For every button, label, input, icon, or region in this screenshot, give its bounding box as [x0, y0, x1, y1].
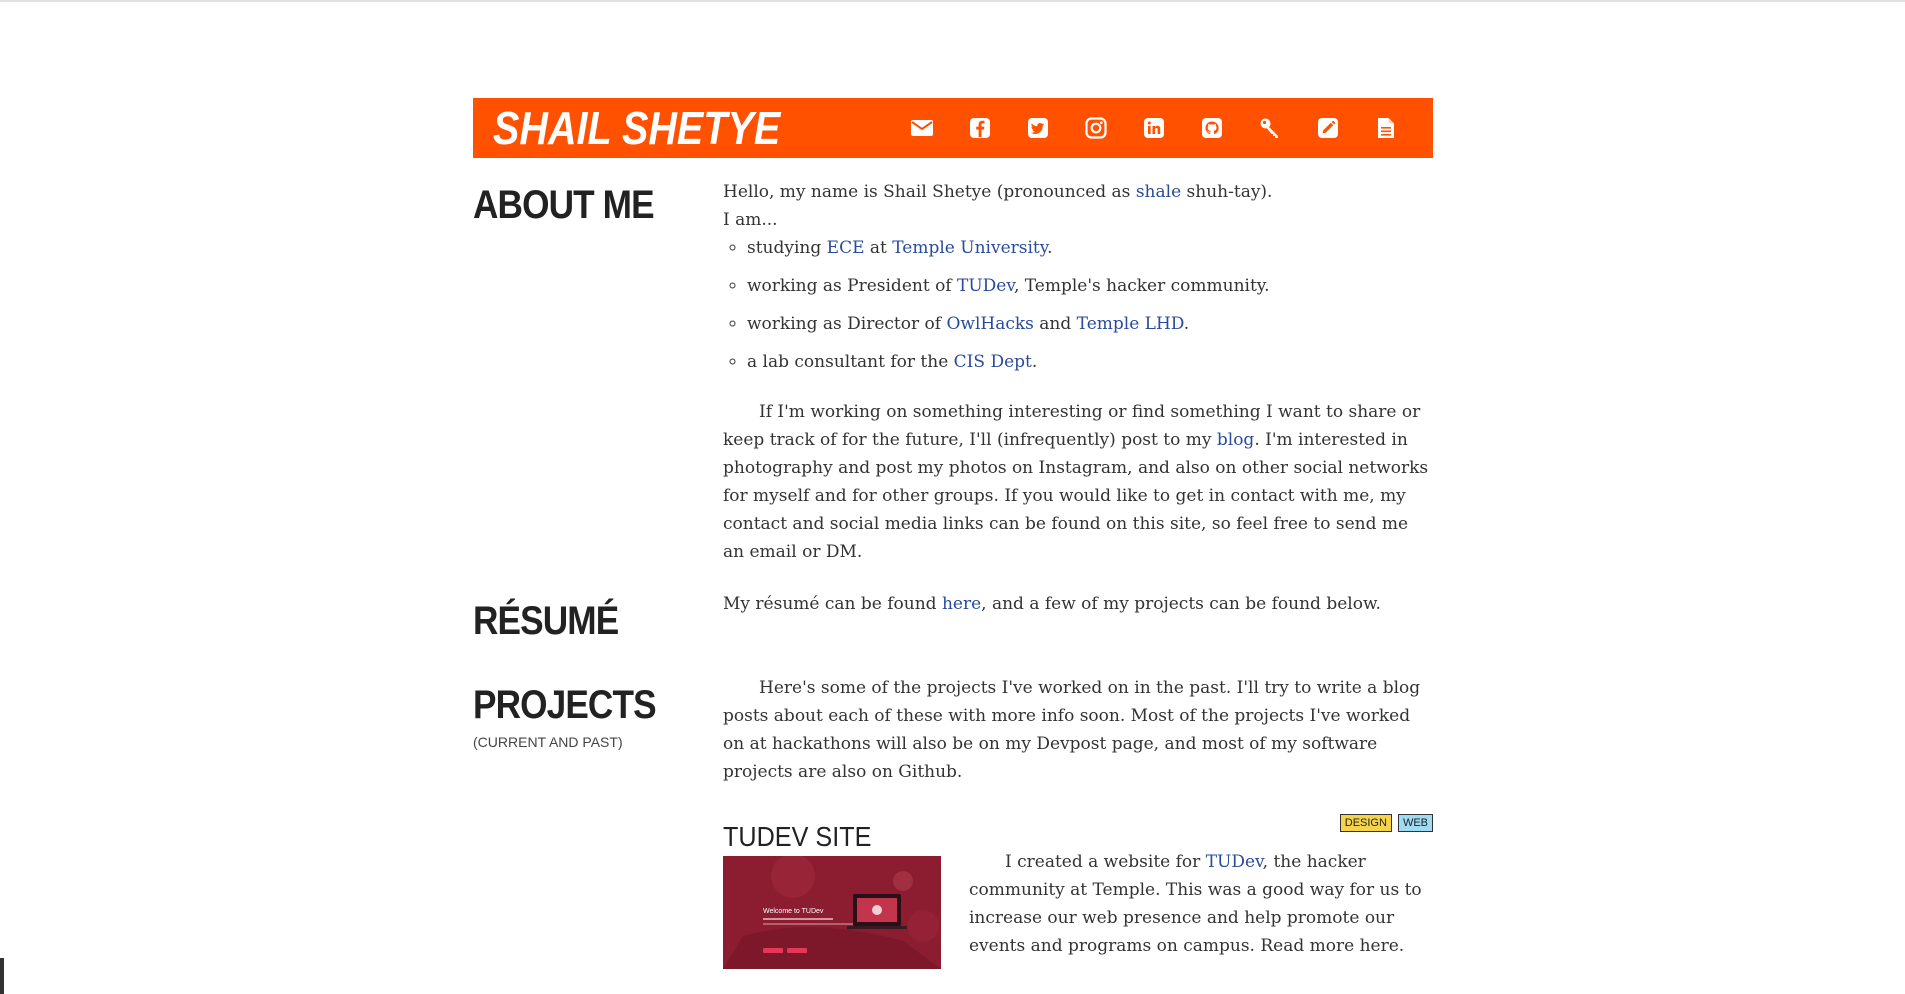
- site-title[interactable]: SHAIL SHETYE: [493, 101, 780, 155]
- linkedin-icon[interactable]: [1125, 98, 1183, 158]
- header-banner: SHAIL SHETYE: [473, 98, 1433, 158]
- key-icon[interactable]: [1241, 98, 1299, 158]
- about-intro: Hello, my name is Shail Shetye (pronounc…: [723, 182, 1273, 202]
- tag-design: design: [1339, 814, 1392, 832]
- tudev-link[interactable]: TUDev: [1206, 852, 1263, 872]
- window-edge: [0, 958, 4, 994]
- about-paragraph: If I'm working on something interesting …: [723, 402, 1429, 562]
- list-item: working as President of TUDev, Temple's …: [747, 272, 1433, 310]
- project-thumbnail[interactable]: Welcome to TUDev: [723, 856, 941, 969]
- thumbnail-heading: Welcome to TUDev: [763, 908, 824, 915]
- blog-link[interactable]: blog: [1217, 430, 1254, 450]
- temple-lhd-link[interactable]: Temple LHD: [1077, 314, 1184, 334]
- resume-content: My résumé can be found here, and a few o…: [723, 590, 1433, 618]
- envelope-icon[interactable]: [893, 98, 951, 158]
- instagram-icon[interactable]: [1067, 98, 1125, 158]
- resume-heading: RÉSUMÉ: [473, 599, 619, 643]
- resume-text: My résumé can be found here, and a few o…: [723, 594, 1381, 614]
- browser-top-border: [0, 0, 1905, 2]
- about-heading: ABOUT ME: [473, 183, 655, 227]
- owlhacks-link[interactable]: OwlHacks: [946, 314, 1033, 334]
- facebook-icon[interactable]: [951, 98, 1009, 158]
- projects-intro: Here's some of the projects I've worked …: [723, 678, 1421, 782]
- temple-university-link[interactable]: Temple University: [892, 238, 1047, 258]
- project-tags: design web: [1339, 814, 1433, 832]
- tudev-link[interactable]: TUDev: [957, 276, 1014, 296]
- twitter-icon[interactable]: [1009, 98, 1067, 158]
- projects-subheading: (current and past): [473, 734, 623, 750]
- list-item: working as Director of OwlHacks and Temp…: [747, 310, 1433, 348]
- pencil-icon[interactable]: [1299, 98, 1357, 158]
- cis-dept-link[interactable]: CIS Dept: [954, 352, 1032, 372]
- social-icons: [893, 98, 1415, 158]
- ece-link[interactable]: ECE: [827, 238, 865, 258]
- i-am-text: I am...: [723, 210, 778, 230]
- project-description: I created a website for TUDev, the hacke…: [969, 852, 1422, 956]
- document-icon[interactable]: [1357, 98, 1415, 158]
- about-list: studying ECE at Temple University. worki…: [723, 234, 1433, 386]
- projects-heading: PROJECTS: [473, 683, 657, 727]
- shale-link[interactable]: shale: [1136, 182, 1181, 202]
- list-item: a lab consultant for the CIS Dept.: [747, 348, 1433, 386]
- github-icon[interactable]: [1183, 98, 1241, 158]
- project-title: TUDEV SITE: [723, 821, 872, 852]
- resume-link[interactable]: here: [942, 594, 981, 614]
- about-content: Hello, my name is Shail Shetye (pronounc…: [723, 178, 1433, 566]
- tag-web: web: [1397, 814, 1433, 832]
- list-item: studying ECE at Temple University.: [747, 234, 1433, 272]
